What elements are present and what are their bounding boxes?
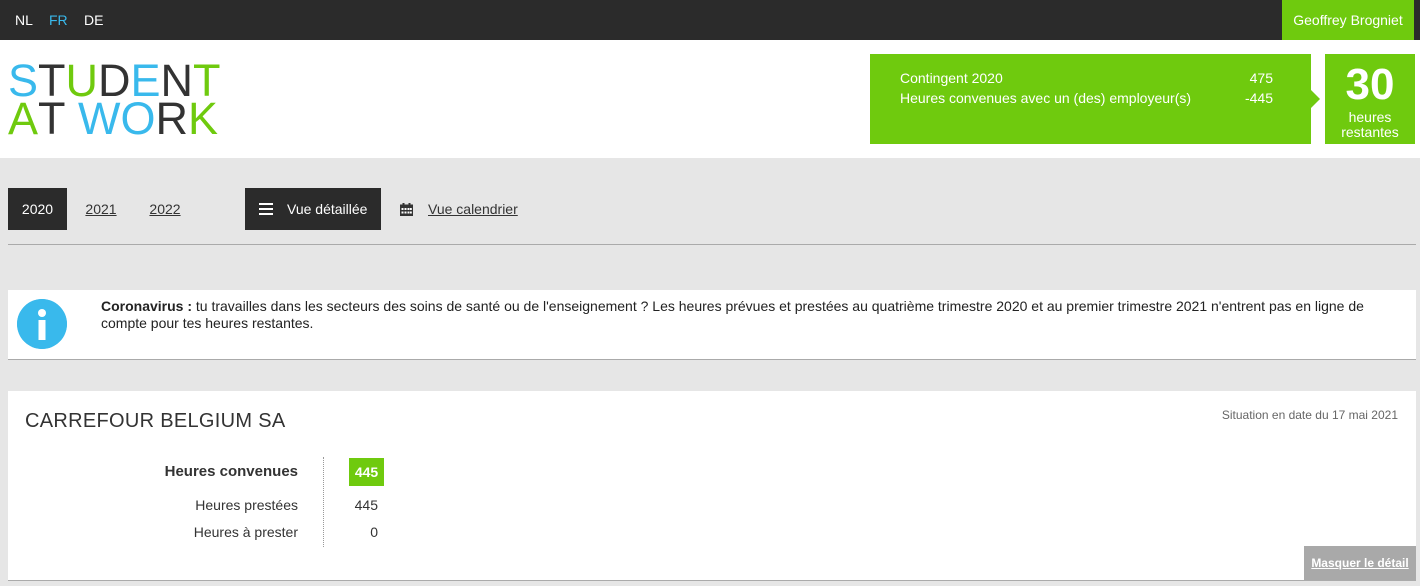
info-message: Coronavirus : tu travailles dans les sec… <box>101 298 1376 332</box>
employer-name: CARREFOUR BELGIUM SA <box>25 410 286 432</box>
tab-year-2020[interactable]: 2020 <box>8 188 67 230</box>
user-menu-button[interactable]: Geoffrey Brogniet <box>1282 0 1414 40</box>
top-bar: NL FR DE Geoffrey Brogniet <box>0 0 1420 40</box>
tab-year-2022[interactable]: 2022 <box>140 188 190 230</box>
arrow-right-icon <box>1311 90 1320 108</box>
detailed-view-label: Vue détaillée <box>287 201 368 217</box>
agreed-hours-value: -445 <box>1244 90 1273 106</box>
logo-line-2: AT WORK <box>8 93 219 144</box>
hours-to-perform-label: Heures à prester <box>193 524 298 540</box>
agreed-hours-label: Heures convenues avec un (des) employeur… <box>900 90 1192 106</box>
lang-de-link[interactable]: DE <box>84 12 103 28</box>
hours-to-perform-value: 0 <box>370 524 378 540</box>
performed-hours-label: Heures prestées <box>195 497 298 513</box>
agreed-hours-label: Heures convenues <box>164 463 298 480</box>
header: STUDENT AT WORK Contingent 2020 475 Heur… <box>0 40 1420 158</box>
info-title: Coronavirus : <box>101 298 193 314</box>
coronavirus-info-box: Coronavirus : tu travailles dans les sec… <box>8 290 1416 360</box>
lang-fr-link[interactable]: FR <box>49 12 68 28</box>
student-at-work-logo[interactable]: STUDENT AT WORK <box>8 58 221 144</box>
contingent-label: Contingent 2020 <box>900 70 1003 86</box>
tab-year-2021[interactable]: 2021 <box>76 188 126 230</box>
separator-line <box>323 457 324 547</box>
remaining-hours-label-2: restantes <box>1341 124 1399 140</box>
agreed-hours-badge: 445 <box>349 458 384 486</box>
calendar-view-link[interactable]: Vue calendrier <box>400 188 518 230</box>
agreed-hours-row: Heures convenues avec un (des) employeur… <box>900 90 1273 106</box>
remaining-hours-label-1: heures <box>1348 109 1392 125</box>
calendar-icon <box>400 202 413 216</box>
employer-card: CARREFOUR BELGIUM SA Situation en date d… <box>8 391 1416 581</box>
info-body: tu travailles dans les secteurs des soin… <box>101 298 1364 331</box>
situation-date: Situation en date du 17 mai 2021 <box>1221 408 1398 422</box>
hide-detail-button[interactable]: Masquer le détail <box>1304 546 1416 580</box>
info-icon <box>17 299 67 349</box>
contingent-value: 475 <box>1249 70 1273 86</box>
calendar-view-label: Vue calendrier <box>428 201 518 217</box>
lang-nl-link[interactable]: NL <box>15 12 33 28</box>
performed-hours-value: 445 <box>354 497 378 513</box>
menu-lines-icon <box>259 200 273 218</box>
detailed-view-button[interactable]: Vue détaillée <box>245 188 381 230</box>
contingent-row: Contingent 2020 475 <box>900 70 1273 86</box>
remaining-hours-box: 30 heures restantes <box>1325 54 1415 144</box>
contingent-summary: Contingent 2020 475 Heures convenues ave… <box>870 54 1320 144</box>
divider <box>8 244 1416 245</box>
remaining-hours-number: 30 <box>1345 60 1395 109</box>
